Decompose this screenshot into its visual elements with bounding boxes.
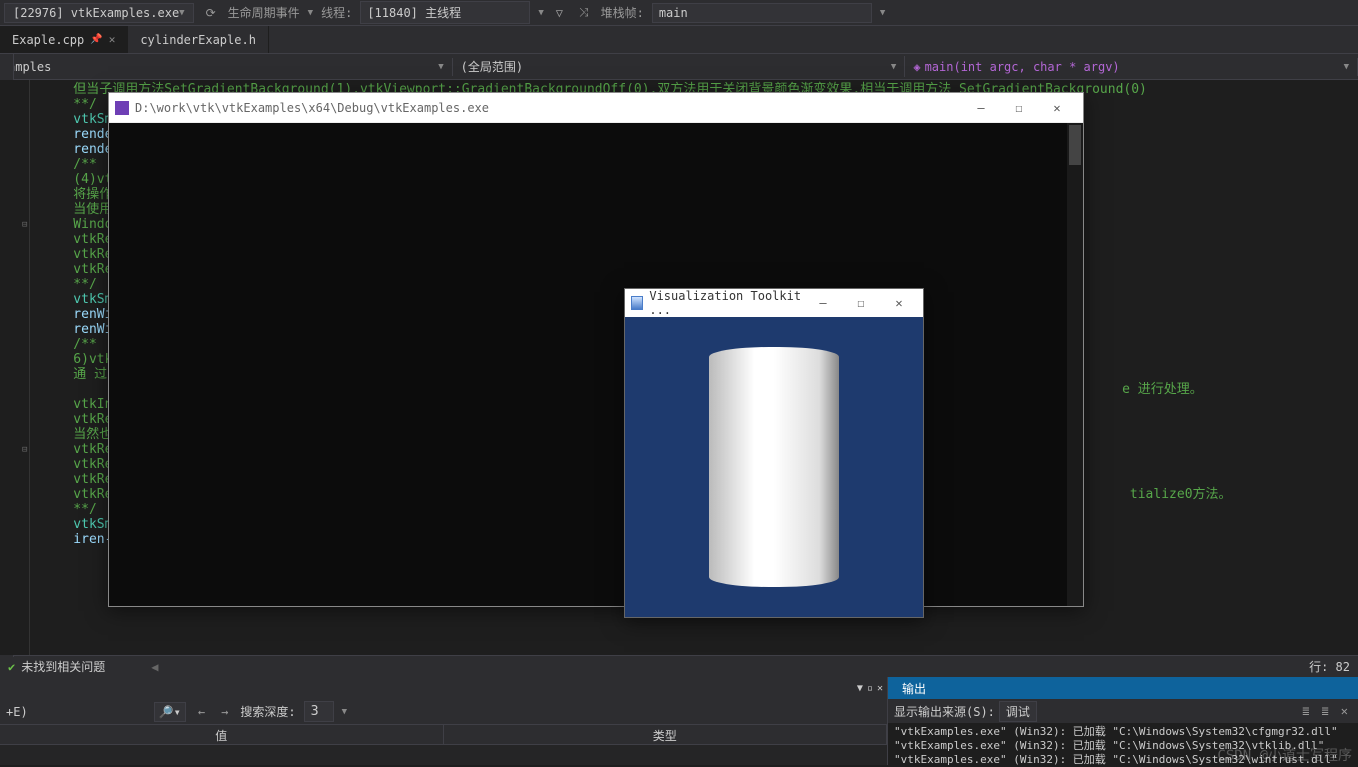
- scroll-left-icon[interactable]: ◀: [151, 660, 158, 674]
- close-button[interactable]: ✕: [881, 291, 917, 315]
- chevron-down-icon: ▼: [308, 8, 313, 18]
- chevron-down-icon: ▼: [880, 8, 885, 18]
- maximize-button[interactable]: ☐: [843, 291, 879, 315]
- chevron-down-icon: ▼: [1344, 62, 1349, 72]
- nav-project-dropdown[interactable]: amples ▼: [0, 58, 453, 76]
- col-value[interactable]: 值: [0, 725, 444, 744]
- thread-dropdown[interactable]: [11840] 主线程: [360, 1, 530, 24]
- vtk-render-area[interactable]: [625, 317, 923, 617]
- maximize-button[interactable]: ☐: [1001, 96, 1037, 120]
- tab-exaple-cpp[interactable]: Exaple.cpp 📌 ✕: [0, 26, 128, 53]
- fold-marker[interactable]: ⊟: [22, 220, 27, 230]
- watch-panel: ▼ ▫ ✕ +E) 🔎▾ ← → 搜索深度: ▼ 值 类型: [0, 677, 888, 765]
- output-tab[interactable]: 输出: [896, 680, 932, 697]
- editor-tabs: Exaple.cpp 📌 ✕ cylinderExaple.h: [0, 26, 1358, 54]
- dropdown-arrow-icon[interactable]: ▼: [857, 683, 863, 694]
- pin-icon[interactable]: 📌: [90, 34, 102, 45]
- chevron-down-icon: ▼: [342, 707, 347, 717]
- toolbar-icon[interactable]: ≣: [1318, 704, 1333, 718]
- vtk-window[interactable]: Visualization Toolkit ... — ☐ ✕: [624, 288, 924, 618]
- filter-icon[interactable]: ▽: [552, 6, 567, 20]
- pin-icon[interactable]: ▫: [867, 683, 873, 694]
- console-window[interactable]: D:\work\vtk\vtkExamples\x64\Debug\vtkExa…: [108, 92, 1084, 607]
- toolbar-icon[interactable]: ≣: [1298, 704, 1313, 718]
- vtk-title: Visualization Toolkit ...: [649, 289, 805, 317]
- process-dropdown[interactable]: [22976] vtkExamples.exe ▼: [4, 3, 194, 23]
- thread-label: 线程:: [321, 4, 352, 21]
- gutter: ⊟ ⊟: [0, 80, 30, 655]
- watermark: CSDN @小道士写程序: [1217, 749, 1352, 763]
- depth-input[interactable]: [304, 701, 334, 722]
- fold-marker[interactable]: ⊟: [22, 445, 27, 455]
- bottom-panels: ▼ ▫ ✕ +E) 🔎▾ ← → 搜索深度: ▼ 值 类型 输出 显示输出来源(…: [0, 677, 1358, 765]
- console-title: D:\work\vtk\vtkExamples\x64\Debug\vtkExa…: [135, 101, 489, 115]
- cylinder-shape: [709, 347, 839, 587]
- close-icon[interactable]: ✕: [877, 683, 883, 694]
- clear-icon[interactable]: ✕: [1337, 704, 1352, 718]
- output-panel: 输出 显示输出来源(S): 调试 ≣ ≣ ✕ "vtkExamples.exe"…: [888, 677, 1358, 765]
- minimize-button[interactable]: —: [805, 291, 841, 315]
- stack-dropdown[interactable]: main: [652, 3, 872, 23]
- line-indicator: 行: 82: [1309, 658, 1350, 675]
- minimize-button[interactable]: —: [963, 96, 999, 120]
- nav-function-dropdown[interactable]: ◈main(int argc, char * argv) ▼: [905, 58, 1358, 76]
- console-titlebar[interactable]: D:\work\vtk\vtkExamples\x64\Debug\vtkExa…: [109, 93, 1083, 123]
- col-type[interactable]: 类型: [444, 725, 888, 744]
- refresh-icon[interactable]: ⟳: [202, 6, 220, 20]
- console-body: [109, 123, 1083, 606]
- source-label: 显示输出来源(S):: [894, 703, 995, 720]
- watch-columns: 值 类型: [0, 725, 887, 745]
- shortcut-hint: +E): [6, 705, 28, 719]
- scrollbar[interactable]: [1067, 123, 1083, 606]
- chevron-down-icon: ▼: [891, 62, 896, 72]
- nav-scope-dropdown[interactable]: (全局范围) ▼: [453, 56, 906, 77]
- output-line: "vtkExamples.exe" (Win32): 已加载 "C:\Windo…: [894, 725, 1352, 739]
- vtk-titlebar[interactable]: Visualization Toolkit ... — ☐ ✕: [625, 289, 923, 317]
- lifecycle-label: 生命周期事件: [228, 4, 300, 21]
- chevron-down-icon: ▼: [179, 8, 184, 18]
- chevron-down-icon: ▼: [438, 62, 443, 72]
- nav-right-icon[interactable]: →: [217, 705, 232, 719]
- issues-bar: ✔ 未找到相关问题 ◀ 行: 82: [0, 655, 1358, 677]
- panel-tab-controls: ▼ ▫ ✕: [0, 677, 887, 699]
- stack-label: 堆栈帧:: [601, 4, 644, 21]
- tab-label: cylinderExaple.h: [140, 33, 256, 47]
- tab-label: Exaple.cpp: [12, 33, 84, 47]
- issues-text: 未找到相关问题: [21, 658, 105, 675]
- output-toolbar: 显示输出来源(S): 调试 ≣ ≣ ✕: [888, 699, 1358, 723]
- close-icon[interactable]: ✕: [109, 33, 116, 46]
- process-value: [22976] vtkExamples.exe: [13, 6, 179, 20]
- search-icon[interactable]: 🔎▾: [154, 702, 186, 722]
- app-icon: [115, 101, 129, 115]
- debug-toolbar: [22976] vtkExamples.exe ▼ ⟳ 生命周期事件 ▼ 线程:…: [0, 0, 1358, 26]
- nav-left-icon[interactable]: ←: [194, 705, 209, 719]
- tab-cylinder-h[interactable]: cylinderExaple.h: [128, 26, 269, 53]
- output-tab-bar: 输出: [888, 677, 1358, 699]
- output-body[interactable]: "vtkExamples.exe" (Win32): 已加载 "C:\Windo…: [888, 723, 1358, 765]
- close-button[interactable]: ✕: [1039, 96, 1075, 120]
- code-nav-bar: amples ▼ (全局范围) ▼ ◈main(int argc, char *…: [0, 54, 1358, 80]
- cube-icon: ◈: [913, 60, 920, 74]
- shuffle-icon[interactable]: ⤨: [575, 5, 593, 20]
- output-source-dropdown[interactable]: 调试: [999, 701, 1037, 722]
- search-toolbar: +E) 🔎▾ ← → 搜索深度: ▼: [0, 699, 887, 725]
- chevron-down-icon: ▼: [538, 8, 543, 18]
- depth-label: 搜索深度:: [240, 703, 295, 720]
- check-icon: ✔: [8, 660, 15, 674]
- vtk-icon: [631, 296, 643, 310]
